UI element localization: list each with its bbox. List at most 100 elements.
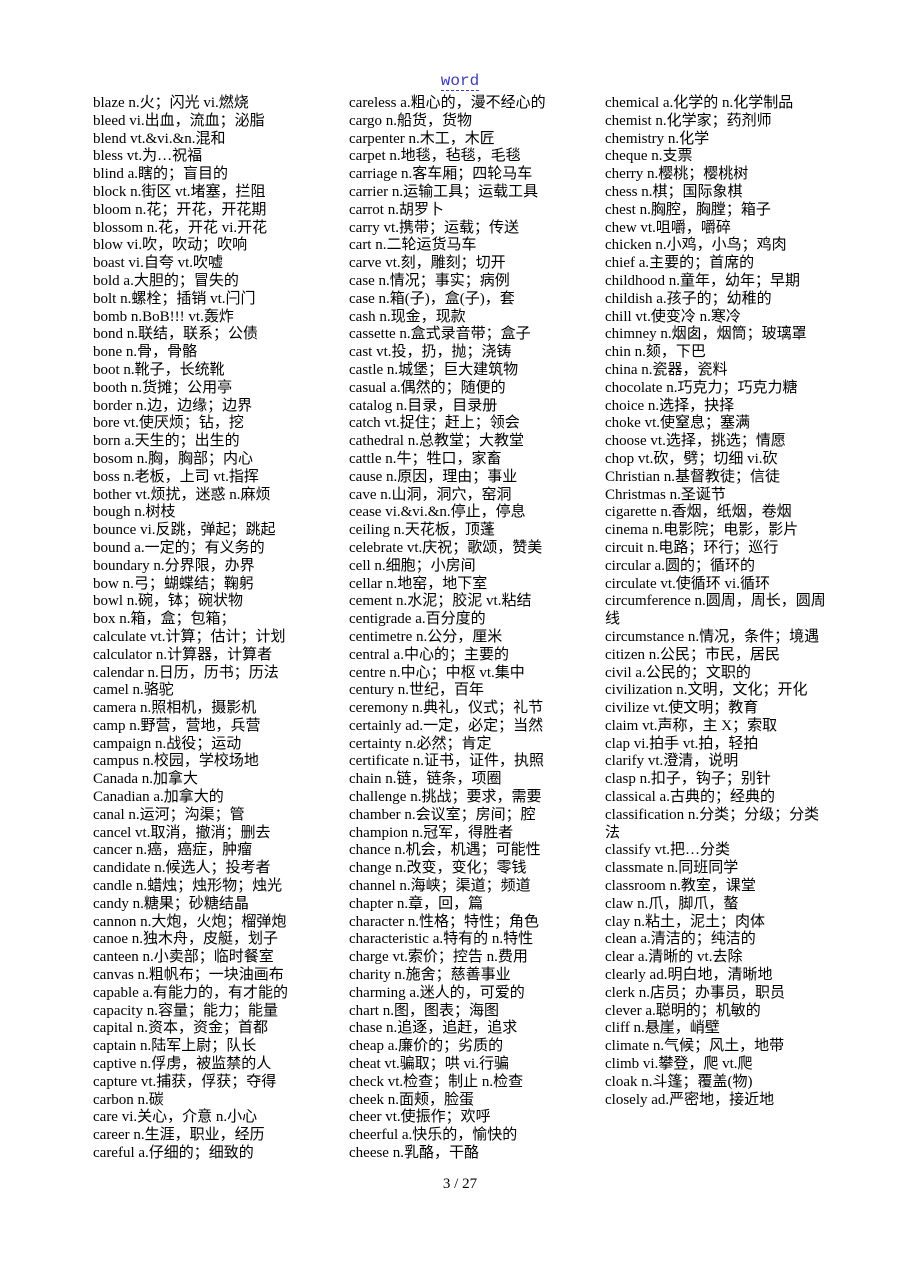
- vocab-entry: central a.中心的；主要的: [349, 646, 509, 663]
- vocab-entry: capable a.有能力的，有才能的: [93, 984, 288, 1001]
- vocab-entry: chicken n.小鸡，小鸟；鸡肉: [605, 237, 787, 254]
- vocab-entry: childhood n.童年，幼年；早期: [605, 272, 800, 289]
- vocab-entry: clearly ad.明白地，清晰地: [605, 967, 773, 984]
- vocab-entry: bone n.骨，骨骼: [93, 344, 198, 361]
- vocab-entry: ceiling n.天花板，顶蓬: [349, 522, 495, 539]
- vocab-entry: circular a.圆的；循环的: [605, 557, 755, 574]
- vocab-entry: born a.天生的；出生的: [93, 433, 240, 450]
- vocab-entry: chemical a.化学的 n.化学制品: [605, 95, 794, 111]
- vocab-entry: classical a.古典的；经典的: [605, 789, 775, 806]
- vocab-entry: chill vt.使变冷 n.寒冷: [605, 308, 741, 325]
- vocab-entry: bless vt.为…祝福: [93, 148, 203, 165]
- vocab-entry: cheek n.面颊，脸蛋: [349, 1091, 474, 1108]
- vocab-entry: clever a.聪明的；机敏的: [605, 1002, 761, 1019]
- vocab-entry: charming a.迷人的，可爱的: [349, 984, 525, 1001]
- vocab-entry: bore vt.使厌烦；钻，挖: [93, 415, 244, 432]
- vocab-entry: blind a.瞎的；盲目的: [93, 166, 228, 183]
- header-word-link-text[interactable]: word: [440, 72, 480, 91]
- vocab-entry: carry vt.携带；运载；传送: [349, 219, 519, 236]
- vocab-entry: check vt.检查；制止 n.检查: [349, 1073, 524, 1090]
- vocab-entry: blow vi.吹，吹动；吹响: [93, 237, 248, 254]
- vocab-entry: booth n.货摊；公用亭: [93, 379, 233, 396]
- vocab-entry: climate n.气候；风土，地带: [605, 1038, 785, 1055]
- vocab-entry: candy n.糖果；砂糖结晶: [93, 895, 249, 912]
- vocab-entry: characteristic a.特有的 n.特性: [349, 931, 534, 948]
- vocab-entry: catalog n.目录，目录册: [349, 397, 498, 414]
- vocab-entry: calendar n.日历，历书；历法: [93, 664, 279, 681]
- vocab-entry: camp n.野营，营地，兵营: [93, 717, 261, 734]
- vocab-entry: centre n.中心；中枢 vt.集中: [349, 664, 525, 681]
- vocabulary-column-3: chemical a.化学的 n.化学制品 chemist n.化学家；药剂师 ch…: [605, 95, 830, 1109]
- vocab-entry: chain n.链，链条，项圈: [349, 771, 502, 788]
- vocab-entry: circulate vt.使循环 vi.循环: [605, 575, 770, 592]
- vocab-entry: cliff n.悬崖，峭壁: [605, 1020, 720, 1037]
- vocab-entry: bosom n.胸，胸部；内心: [93, 450, 254, 467]
- vocab-entry: captain n.陆军上尉；队长: [93, 1038, 257, 1055]
- vocab-entry: cheque n.支票: [605, 148, 693, 165]
- vocab-entry: cinema n.电影院；电影，影片: [605, 522, 799, 539]
- vocab-entry: chocolate n.巧克力；巧克力糖: [605, 379, 798, 396]
- vocab-entry: blend vt.&vi.&n.混和: [93, 130, 226, 147]
- vocab-entry: chin n.颏，下巴: [605, 344, 706, 361]
- vocab-entry: case n.箱(子)，盒(子)，套: [349, 290, 515, 307]
- vocab-entry: channel n.海峡；渠道；频道: [349, 878, 531, 895]
- vocab-entry: certainly ad.一定，必定；当然: [349, 717, 544, 734]
- vocab-entry: chemist n.化学家；药剂师: [605, 112, 772, 129]
- vocab-entry: celebrate vt.庆祝；歌颂，赞美: [349, 539, 543, 556]
- vocab-entry: cast vt.投，扔，抛；浇铸: [349, 344, 512, 361]
- page-number: 3 / 27: [442, 1176, 478, 1192]
- vocab-entry: chance n.机会，机遇；可能性: [349, 842, 541, 859]
- vocab-entry: cancer n.癌，癌症，肿瘤: [93, 842, 253, 859]
- vocab-entry: ceremony n.典礼，仪式；礼节: [349, 700, 544, 717]
- vocab-entry: cause n.原因，理由；事业: [349, 468, 518, 485]
- vocab-entry: centigrade a.百分度的: [349, 611, 486, 628]
- vocab-entry: chest n.胸腔，胸膛；箱子: [605, 201, 771, 218]
- vocab-entry: bleed vi.出血，流血；泌脂: [93, 112, 265, 129]
- vocab-entry: cheap a.廉价的；劣质的: [349, 1038, 504, 1055]
- vocab-entry: candidate n.候选人；投考者: [93, 860, 271, 877]
- vocab-entry: choose vt.选择，挑选；情愿: [605, 433, 786, 450]
- vocab-entry: cheat vt.骗取；哄 vi.行骗: [349, 1056, 509, 1073]
- vocab-entry: childish a.孩子的；幼稚的: [605, 290, 772, 307]
- vocab-entry: bow n.弓；蝴蝶结；鞠躬: [93, 575, 254, 592]
- vocab-entry: career n.生涯，职业，经历: [93, 1127, 265, 1144]
- vocab-entry: chess n.棋；国际象棋: [605, 183, 743, 200]
- vocab-entry: cancel vt.取消，撤消；删去: [93, 824, 271, 841]
- vocab-entry: chop vt.砍，劈；切细 vi.砍: [605, 450, 778, 467]
- vocab-entry: bounce vi.反跳，弹起；跳起: [93, 522, 276, 539]
- header-word-link[interactable]: word: [0, 72, 920, 91]
- vocab-entry: canal n.运河；沟渠；管: [93, 806, 245, 823]
- vocab-entry: cathedral n.总教堂；大教堂: [349, 433, 524, 450]
- vocab-entry: capture vt.捕获，俘获；夺得: [93, 1073, 277, 1090]
- vocab-entry: clarify vt.澄清，说明: [605, 753, 739, 770]
- vocab-entry: Christian n.基督教徒；信徒: [605, 468, 780, 485]
- vocab-entry: circumstance n.情况，条件；境遇: [605, 628, 820, 645]
- vocab-entry: clean a.清洁的；纯洁的: [605, 931, 756, 948]
- vocab-entry: bowl n.碗，钵；碗状物: [93, 593, 244, 610]
- vocab-entry: bother vt.烦扰，迷惑 n.麻烦: [93, 486, 271, 503]
- vocab-entry: camel n.骆驼: [93, 682, 174, 699]
- vocab-entry: castle n.城堡；巨大建筑物: [349, 361, 519, 378]
- vocab-entry: bound a.一定的；有义务的: [93, 539, 265, 556]
- vocab-entry: china n.瓷器，瓷料: [605, 361, 728, 378]
- vocab-entry: civilization n.文明，文化；开化: [605, 682, 808, 699]
- vocab-entry: bolt n.螺栓；插销 vt.闩门: [93, 290, 256, 307]
- vocab-entry: cherry n.樱桃；樱桃树: [605, 166, 749, 183]
- vocab-entry: cassette n.盒式录音带；盒子: [349, 326, 531, 343]
- vocab-entry: canoe n.独木舟，皮艇，划子: [93, 931, 278, 948]
- vocab-entry: certificate n.证书，证件，执照: [349, 753, 544, 770]
- vocab-entry: block n.街区 vt.堵塞，拦阻: [93, 183, 266, 200]
- vocab-entry: claw n.爪，脚爪，螯: [605, 895, 739, 912]
- vocab-entry: cannon n.大炮，火炮；榴弹炮: [93, 913, 287, 930]
- vocab-entry: chew vt.咀嚼，嚼碎: [605, 219, 731, 236]
- vocab-entry: calculator n.计算器，计算者: [93, 646, 273, 663]
- vocab-entry: charge vt.索价；控告 n.费用: [349, 949, 528, 966]
- vocabulary-column-1: blaze n.火；闪光 vi.燃烧 bleed vi.出血，流血；泌脂 blend…: [93, 95, 343, 1163]
- vocab-entry: camera n.照相机，摄影机: [93, 700, 257, 717]
- vocab-entry: boast vi.自夸 vt.吹嘘: [93, 255, 223, 272]
- vocab-entry: clear a.清晰的 vt.去除: [605, 949, 743, 966]
- vocab-entry: citizen n.公民；市民，居民: [605, 646, 780, 663]
- vocab-entry: choke vt.使窒息；塞满: [605, 415, 750, 432]
- vocab-entry: bomb n.BoB!!! vt.轰炸: [93, 308, 234, 325]
- vocab-entry: change n.改变，变化；零钱: [349, 860, 527, 877]
